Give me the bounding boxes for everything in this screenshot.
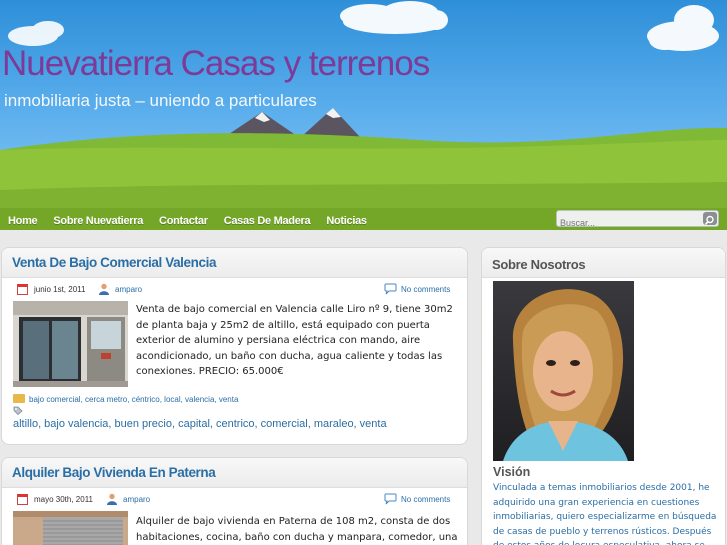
user-icon: [99, 283, 109, 295]
post-date: junio 1st, 2011: [34, 285, 86, 294]
main-nav: Home Sobre Nuevatierra Contactar Casas D…: [0, 212, 375, 230]
vision-title: Visión: [493, 465, 531, 479]
post-excerpt: Alquiler de bajo vivienda en Paterna de …: [136, 516, 458, 543]
post-card: Venta De Bajo Comercial Valencia junio 1…: [1, 247, 468, 445]
search-box: [556, 210, 719, 231]
post-author-link[interactable]: amparo: [115, 285, 142, 294]
nav-home[interactable]: Home: [8, 212, 38, 230]
cloud-icon: [647, 5, 719, 51]
nav-sobre-nuevatierra[interactable]: Sobre Nuevatierra: [53, 212, 143, 230]
search-icon: [704, 215, 714, 226]
post-meta: mayo 30th, 2011 amparo No comments: [2, 488, 467, 508]
nav-casas-de-madera[interactable]: Casas De Madera: [224, 212, 311, 230]
post-header: Venta De Bajo Comercial Valencia: [2, 248, 467, 278]
post-meta: junio 1st, 2011 amparo No comments: [2, 278, 467, 298]
tag-icon: [13, 406, 23, 415]
post-categories: bajo comercial, cerca metro, céntrico, l…: [13, 394, 238, 404]
calendar-icon: [17, 494, 28, 505]
post-header: Alquiler Bajo Vivienda En Paterna: [2, 458, 467, 488]
post-thumbnail[interactable]: [13, 301, 128, 387]
user-icon: [107, 493, 117, 505]
search-button[interactable]: [703, 212, 717, 226]
post-comments-link[interactable]: No comments: [401, 495, 450, 504]
comment-icon: [384, 283, 397, 295]
post-title-link[interactable]: Venta De Bajo Comercial Valencia: [12, 248, 216, 278]
site-title[interactable]: Nuevatierra Casas y terrenos: [2, 44, 430, 84]
sidebar-heading: Sobre Nosotros: [482, 248, 725, 278]
site-header: Nuevatierra Casas y terrenos inmobiliari…: [0, 0, 727, 230]
nav-noticias[interactable]: Noticias: [326, 212, 367, 230]
post-excerpt: Venta de bajo comercial en Valencia call…: [136, 304, 453, 377]
nav-contactar[interactable]: Contactar: [159, 212, 208, 230]
post-categories-links[interactable]: bajo comercial, cerca metro, céntrico, l…: [29, 395, 238, 404]
post-title-link[interactable]: Alquiler Bajo Vivienda En Paterna: [12, 458, 216, 488]
cloud-icon: [340, 1, 448, 34]
post-thumbnail[interactable]: [13, 511, 128, 545]
post-date: mayo 30th, 2011: [34, 495, 94, 504]
post-card: Alquiler Bajo Vivienda En Paterna mayo 3…: [1, 457, 468, 545]
header-landscape: [0, 1, 727, 230]
cloud-icon: [8, 21, 64, 46]
profile-photo: [493, 281, 634, 461]
post-author-link[interactable]: amparo: [123, 495, 150, 504]
comment-icon: [384, 493, 397, 505]
content-band: [0, 230, 727, 246]
post-tags[interactable]: altillo, bajo valencia, buen precio, cap…: [13, 418, 387, 430]
post-comments-link[interactable]: No comments: [401, 285, 450, 294]
sidebar-about: Sobre Nosotros Visión Vinculada a temas …: [481, 247, 726, 545]
calendar-icon: [17, 284, 28, 295]
site-tagline: inmobiliaria justa – uniendo a particula…: [4, 91, 317, 110]
folder-icon: [13, 394, 25, 403]
search-input[interactable]: [557, 215, 697, 231]
vision-text: Vinculada a temas inmobiliarios desde 20…: [493, 483, 717, 545]
